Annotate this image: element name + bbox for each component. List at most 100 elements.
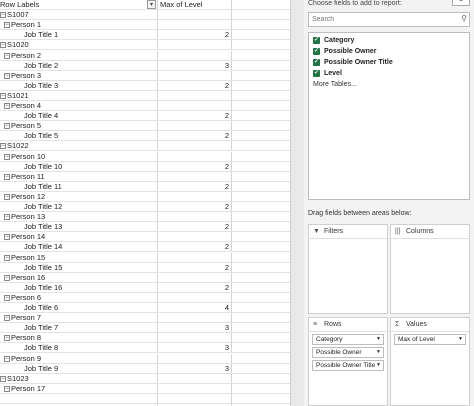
empty-cell[interactable] [231, 80, 290, 90]
row-labels-filter-button[interactable]: ▾ [147, 0, 156, 9]
collapse-toggle-icon[interactable]: − [4, 335, 10, 342]
max-of-level-cell[interactable]: 2 [157, 222, 231, 232]
empty-cell[interactable] [231, 393, 290, 403]
row-label-cell[interactable]: Job Title 2 [0, 61, 147, 70]
empty-cell[interactable] [231, 282, 290, 292]
row-label-cell[interactable]: − S1023 [0, 374, 147, 383]
row-label-cell[interactable]: − Person 12 [0, 192, 147, 201]
field-category[interactable]: ✓ Category [309, 35, 469, 46]
collapse-toggle-icon[interactable]: − [4, 315, 10, 322]
collapse-toggle-icon[interactable]: − [0, 375, 6, 382]
empty-cell[interactable] [231, 242, 290, 252]
collapse-toggle-icon[interactable]: − [4, 274, 10, 281]
row-label-cell[interactable]: Job Title 13 [0, 222, 147, 231]
empty-cell[interactable] [231, 292, 290, 302]
row-label-cell[interactable]: − Person 3 [0, 71, 147, 80]
max-of-level-cell[interactable] [157, 272, 231, 282]
empty-cell[interactable] [231, 272, 290, 282]
max-of-level-cell[interactable] [157, 353, 231, 363]
dropdown-arrow-icon[interactable]: ▼ [458, 335, 463, 344]
empty-cell[interactable] [231, 383, 290, 393]
row-label-cell[interactable]: − Person 4 [0, 101, 147, 110]
row-labels-header[interactable]: Row Labels [0, 0, 148, 10]
max-of-level-cell[interactable]: 2 [157, 202, 231, 212]
max-of-level-cell[interactable]: 2 [157, 161, 231, 171]
field-list-settings-button[interactable]: ⚙ [452, 0, 470, 6]
empty-cell[interactable] [231, 101, 290, 111]
empty-cell[interactable] [231, 151, 290, 161]
values-area[interactable]: Σ Values Max of Level ▼ [390, 317, 470, 406]
max-of-level-cell[interactable]: 3 [157, 60, 231, 70]
row-label-cell[interactable]: − Person 5 [0, 121, 147, 130]
row-label-cell[interactable]: − Person 15 [0, 253, 147, 262]
row-label-cell[interactable]: − Person 16 [0, 273, 147, 282]
max-of-level-cell[interactable] [157, 212, 231, 222]
empty-cell[interactable] [231, 191, 290, 201]
collapse-toggle-icon[interactable]: − [4, 385, 10, 392]
collapse-toggle-icon[interactable]: − [0, 143, 6, 150]
collapse-toggle-icon[interactable]: − [4, 72, 10, 79]
max-of-level-cell[interactable]: 2 [157, 80, 231, 90]
max-of-level-cell[interactable] [157, 151, 231, 161]
collapse-toggle-icon[interactable]: − [4, 153, 10, 160]
row-label-cell[interactable]: Job Title 12 [0, 202, 147, 211]
collapse-toggle-icon[interactable]: − [0, 12, 6, 19]
empty-cell[interactable] [231, 50, 290, 60]
row-label-cell[interactable]: Job Title 8 [0, 343, 147, 352]
dropdown-arrow-icon[interactable]: ▼ [376, 348, 381, 357]
collapse-toggle-icon[interactable]: − [4, 254, 10, 261]
columns-area[interactable]: ||| Columns [390, 224, 470, 314]
field-possible-owner[interactable]: ✓ Possible Owner [309, 46, 469, 57]
row-label-cell[interactable]: Job Title 7 [0, 323, 147, 332]
empty-cell[interactable] [231, 131, 290, 141]
pane-splitter[interactable] [290, 0, 304, 406]
empty-cell[interactable] [231, 252, 290, 262]
empty-cell[interactable] [231, 0, 290, 10]
empty-cell[interactable] [231, 212, 290, 222]
max-of-level-cell[interactable]: 2 [157, 30, 231, 40]
empty-cell[interactable] [231, 10, 290, 20]
collapse-toggle-icon[interactable]: − [4, 22, 10, 29]
max-of-level-cell[interactable]: 2 [157, 111, 231, 121]
max-of-level-cell[interactable] [157, 252, 231, 262]
max-of-level-cell[interactable] [157, 20, 231, 30]
field-search-box[interactable]: ⚲ [308, 12, 470, 27]
collapse-toggle-icon[interactable]: − [0, 92, 6, 99]
row-label-cell[interactable]: − Person 1 [0, 20, 147, 29]
row-label-cell[interactable]: Job Title 11 [0, 182, 147, 191]
empty-cell[interactable] [231, 333, 290, 343]
row-label-cell[interactable]: − Person 11 [0, 172, 147, 181]
max-of-level-cell[interactable] [157, 70, 231, 80]
collapse-toggle-icon[interactable]: − [4, 294, 10, 301]
row-label-cell[interactable]: − Person 7 [0, 313, 147, 322]
collapse-toggle-icon[interactable]: − [4, 52, 10, 59]
collapse-toggle-icon[interactable]: − [0, 42, 6, 49]
empty-cell[interactable] [231, 181, 290, 191]
row-label-cell[interactable]: Job Title 5 [0, 131, 147, 140]
collapse-toggle-icon[interactable]: − [4, 123, 10, 130]
row-label-cell[interactable]: Job Title 14 [0, 242, 147, 251]
empty-cell[interactable] [231, 20, 290, 30]
collapse-toggle-icon[interactable]: − [4, 214, 10, 221]
max-of-level-cell[interactable] [157, 393, 231, 403]
max-of-level-cell[interactable]: 2 [157, 181, 231, 191]
collapse-toggle-icon[interactable]: − [4, 234, 10, 241]
max-of-level-cell[interactable]: 4 [157, 303, 231, 313]
row-label-cell[interactable]: − Person 6 [0, 293, 147, 302]
max-of-level-cell[interactable] [157, 121, 231, 131]
max-of-level-cell[interactable] [157, 10, 231, 20]
dropdown-arrow-icon[interactable]: ▼ [376, 361, 381, 370]
empty-cell[interactable] [231, 40, 290, 50]
row-label-cell[interactable]: Job Title 10 [0, 162, 147, 171]
row-label-cell[interactable]: − Person 14 [0, 232, 147, 241]
empty-cell[interactable] [231, 303, 290, 313]
empty-cell[interactable] [231, 262, 290, 272]
max-of-level-cell[interactable] [157, 90, 231, 100]
max-of-level-cell[interactable]: 2 [157, 242, 231, 252]
empty-cell[interactable] [231, 161, 290, 171]
row-label-cell[interactable]: − Person 2 [0, 51, 147, 60]
max-of-level-cell[interactable] [157, 40, 231, 50]
row-label-cell[interactable]: − Person 8 [0, 333, 147, 342]
rows-field-possible-owner[interactable]: Possible Owner ▼ [312, 347, 384, 358]
max-of-level-cell[interactable]: 2 [157, 262, 231, 272]
